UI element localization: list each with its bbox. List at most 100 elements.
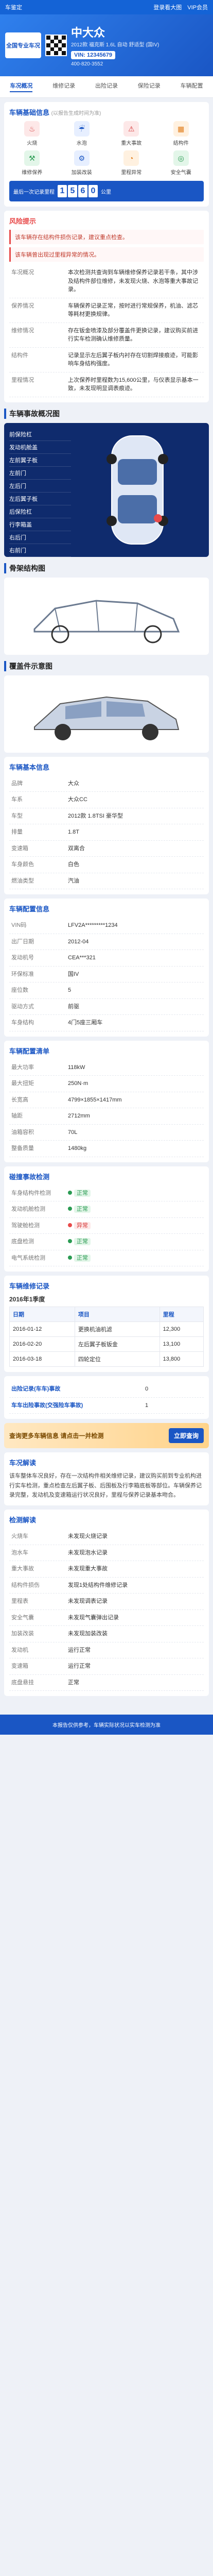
safety-row: 发动机舱检测 正常	[9, 1201, 204, 1218]
status-item[interactable]: ⚠ 重大事故	[109, 121, 154, 146]
info-row: 泡水车 未发现泡水记录	[9, 1545, 204, 1562]
safety-status: 正常	[74, 1206, 91, 1213]
tab-accident[interactable]: 出险记录	[95, 81, 118, 92]
safety-key: 电气系统检测	[11, 1255, 45, 1261]
mileage-label: 最后一次记录里程	[13, 189, 55, 195]
mileage-digit: 1	[58, 185, 67, 197]
wrench-icon: ⚒	[24, 150, 40, 166]
info-key: 安全气囊	[11, 1614, 34, 1621]
info-row: 油箱容积 70L	[9, 1125, 204, 1141]
query-button[interactable]: 立即查询	[168, 1428, 204, 1443]
part-item[interactable]: 左前门	[9, 467, 71, 480]
part-item[interactable]: 前保险杠	[9, 428, 71, 441]
analysis-card: 检测解读 火烧车 未发现火烧记录 泡水车 未发现泡水记录 重大事故 未发现重大事故 结构件损…	[4, 1510, 209, 1697]
status-label: 加装改装	[71, 170, 92, 176]
status-item[interactable]: ▦ 结构件	[158, 121, 204, 146]
info-key: 重大事故	[11, 1566, 34, 1572]
info-row: 品牌 大众	[9, 776, 204, 792]
mileage-panel: 最后一次记录里程 1560 公里	[9, 181, 204, 201]
warning-title: 风险提示	[9, 217, 37, 225]
info-row: 座位数 5	[9, 982, 204, 999]
info-key: 发动机号	[11, 955, 34, 961]
part-item[interactable]: 右前门	[9, 544, 71, 557]
status-item[interactable]: ◔ 里程异常	[109, 150, 154, 176]
tab-repair[interactable]: 维修记录	[52, 81, 75, 92]
part-item[interactable]: 左前翼子板	[9, 454, 71, 467]
overview-title: 车辆基础信息 (以报告生成时间为准)	[9, 109, 101, 116]
info-value: 本次检测共查询到车辆维修保养记录若干条，其中涉及结构件部位维修，未发现火烧、水泡…	[68, 269, 198, 293]
safety-status: 正常	[74, 1238, 91, 1245]
info-row: 排量 1.8T	[9, 824, 204, 841]
info-value: 2012款 1.8TSI 豪华型	[68, 812, 123, 819]
logo: 全国专业车况	[5, 32, 41, 58]
info-key: 变速箱	[11, 845, 28, 852]
login-link[interactable]: 登录看大图	[153, 5, 182, 11]
summary-paragraph: 该车整体车况良好，存在一次结构件相关维修记录，建议购买前到专业机构进行实车检测，…	[9, 1473, 202, 1499]
info-row: 最大扭矩 250N·m	[9, 1076, 204, 1092]
info-row: 车况概况 本次检测共查询到车辆维修保养记录若干条，其中涉及结构件部位维修，未发现火…	[9, 265, 204, 298]
insurance-card: 出险记录(车车)事故 0 车车出险事故(交强险车事故) 1	[4, 1376, 209, 1419]
info-key: 里程情况	[11, 377, 34, 383]
safety-key: 驾驶舱检测	[11, 1222, 40, 1229]
info-row: 发动机号 CEA***321	[9, 950, 204, 967]
config-title: 车辆配置清单	[9, 1047, 50, 1055]
part-item[interactable]: 左后门	[9, 480, 71, 493]
table-cell: 12,300	[159, 1321, 204, 1337]
status-item[interactable]: ⚙ 加装改装	[59, 150, 105, 176]
info-key: 车身结构	[11, 1020, 34, 1026]
info-value: 未发现火烧记录	[68, 1533, 108, 1540]
info-row: 车系 大众CC	[9, 792, 204, 808]
info-value: 5	[68, 987, 72, 993]
part-item[interactable]: 左后翼子板	[9, 493, 71, 505]
info-row: 发动机 运行正常	[9, 1642, 204, 1659]
part-item[interactable]: 行李箱盖	[9, 518, 71, 531]
water-icon: ☔	[74, 121, 90, 137]
info-key: 轴距	[11, 1113, 23, 1119]
status-item[interactable]: ♨ 火烧	[9, 121, 55, 146]
info-key: 油箱容积	[11, 1129, 34, 1136]
part-item[interactable]: 右后门	[9, 531, 71, 544]
safety-value: 正常	[68, 1254, 202, 1263]
tab-config[interactable]: 车辆配置	[181, 81, 203, 92]
claims-count: 1	[145, 1402, 149, 1409]
tab-insurance[interactable]: 保险记录	[138, 81, 161, 92]
info-row: 里程表 未发现调表记录	[9, 1594, 204, 1610]
info-row: 变速箱 双离合	[9, 841, 204, 857]
safety-status: 正常	[74, 1254, 91, 1262]
table-cell: 四轮定位	[74, 1351, 160, 1367]
info-row: 整备质量 1480kg	[9, 1141, 204, 1157]
info-row: 车身结构 4门5座三厢车	[9, 1015, 204, 1031]
safety-row: 车身结构件检测 正常	[9, 1185, 204, 1201]
info-value: 1480kg	[68, 1145, 87, 1151]
phone-number[interactable]: 400-820-3552	[71, 61, 208, 67]
tab-overview[interactable]: 车况概况	[10, 81, 33, 92]
info-row: 火烧车 未发现火烧记录	[9, 1529, 204, 1545]
check-icon	[68, 1255, 72, 1260]
info-key: 车况概况	[11, 269, 34, 276]
info-key: 车型	[11, 812, 23, 819]
info-row: 环保标准 国IV	[9, 967, 204, 982]
table-cell: 左后翼子板钣金	[74, 1336, 160, 1352]
status-item[interactable]: ☔ 水泡	[59, 121, 105, 146]
vin-badge: VIN: 12345679	[71, 51, 115, 59]
top-links: 登录看大图 VIP会员	[149, 3, 208, 11]
check-icon	[68, 1190, 72, 1195]
info-key: 结构件损伤	[11, 1582, 40, 1588]
part-item[interactable]: 后保险杠	[9, 505, 71, 518]
promo-banner: 查询更多车辆信息 请点击一并检测 立即查询	[4, 1423, 209, 1448]
info-row: 维修情况 存在钣金喷漆及部分覆盖件更换记录，建议购买前进行实车检测确认维修质量。	[9, 323, 204, 348]
history-table: 日期 项目 里程 2016-01-12 更换机油机滤 12,300 2016-02-20 左…	[9, 1307, 204, 1367]
vip-link[interactable]: VIP会员	[187, 5, 208, 11]
report-header: 全国专业车况 中大众 2012款 福克斯 1.6L 自动 舒适型 (国IV) V…	[0, 14, 213, 76]
history-year: 2016年1季度	[9, 1296, 45, 1303]
status-item[interactable]: ◎ 安全气囊	[158, 150, 204, 176]
info-value: 国IV	[68, 971, 79, 977]
safety-key: 底盘检测	[11, 1239, 34, 1245]
part-item[interactable]: 发动机舱盖	[9, 441, 71, 454]
info-row: 出厂日期 2012-04	[9, 934, 204, 950]
status-label: 维修保养	[22, 170, 43, 176]
status-item[interactable]: ⚒ 维修保养	[9, 150, 55, 176]
basic-info-card: 车辆基本信息 品牌 大众 车系 大众CC 车型 2012款 1.8TSI 豪华型 排量 1.8…	[4, 756, 209, 894]
info-key: 变速箱	[11, 1663, 28, 1670]
info-row: 变速箱 运行正常	[9, 1658, 204, 1675]
